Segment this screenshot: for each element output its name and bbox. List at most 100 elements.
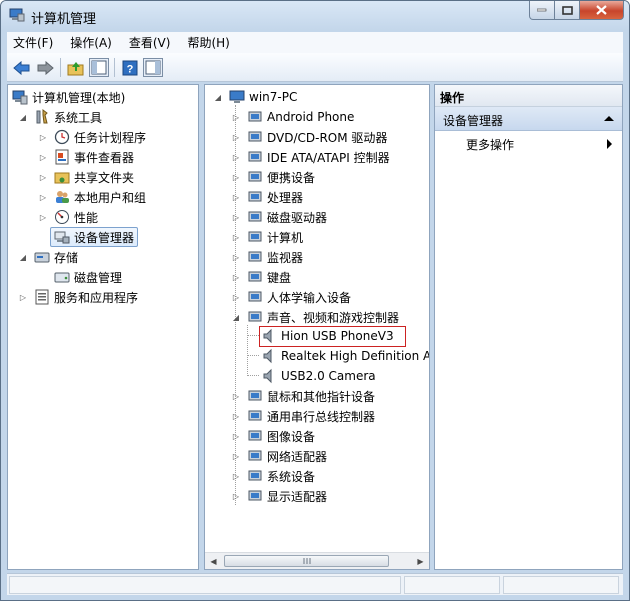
expand-arrow-icon[interactable]: ▷ <box>231 491 241 501</box>
menu-help[interactable]: 帮助(H) <box>187 34 229 51</box>
tree-item-shared-folders[interactable]: ▷ 共享文件夹 <box>38 167 134 187</box>
device-usb-camera[interactable]: USB2.0 Camera <box>261 366 376 386</box>
scroll-right-arrow-icon[interactable]: ▶ <box>412 553 429 569</box>
ide-controller-icon <box>247 149 263 165</box>
forward-button[interactable] <box>35 58 55 77</box>
device-realtek-audio[interactable]: Realtek High Definition A <box>261 346 429 366</box>
usb-icon <box>247 408 263 424</box>
collapse-arrow-icon[interactable]: ◢ <box>18 112 28 122</box>
expand-arrow-icon[interactable]: ▷ <box>231 431 241 441</box>
portable-device-icon <box>247 169 263 185</box>
device-category[interactable]: ▷ Android Phone <box>231 107 354 127</box>
category-label: 键盘 <box>267 270 292 285</box>
device-category[interactable]: ▷ 显示适配器 <box>231 486 327 506</box>
tree-item-storage[interactable]: ◢ 存储 <box>18 247 78 267</box>
disk-management-icon <box>54 269 70 285</box>
expand-arrow-icon[interactable]: ▷ <box>231 232 241 242</box>
expand-arrow-icon[interactable]: ▷ <box>231 411 241 421</box>
menu-view[interactable]: 查看(V) <box>129 34 171 51</box>
tree-line <box>247 335 259 336</box>
category-label: 图像设备 <box>267 429 316 444</box>
category-label: DVD/CD-ROM 驱动器 <box>267 130 388 145</box>
device-category[interactable]: ◢ 声音、视频和游戏控制器 <box>231 307 399 327</box>
expand-arrow-icon[interactable]: ▷ <box>231 112 241 122</box>
show-hide-tree-button[interactable] <box>89 58 109 77</box>
expand-arrow-icon[interactable]: ▷ <box>231 212 241 222</box>
back-button[interactable] <box>12 58 32 77</box>
device-category[interactable]: ▷ 人体学输入设备 <box>231 287 351 307</box>
device-tree-pane: ◢ win7-PC ▷ Android Phone ▷ DVD/CD-ROM 驱动器 ▷… <box>204 84 430 570</box>
device-category[interactable]: ▷ 图像设备 <box>231 426 315 446</box>
disk-drive-icon <box>247 209 263 225</box>
tree-item-system-tools[interactable]: ◢ 系统工具 <box>18 107 102 127</box>
expand-arrow-icon[interactable]: ▷ <box>38 172 48 182</box>
show-hide-action-icon <box>145 60 161 75</box>
expand-arrow-icon[interactable]: ▷ <box>231 451 241 461</box>
expand-arrow-icon[interactable]: ▷ <box>38 212 48 222</box>
expand-arrow-icon[interactable]: ▷ <box>231 192 241 202</box>
expand-arrow-icon[interactable]: ▷ <box>231 391 241 401</box>
device-category[interactable]: ▷ 系统设备 <box>231 466 315 486</box>
sound-icon <box>247 309 263 325</box>
expand-arrow-icon[interactable]: ▷ <box>38 192 48 202</box>
device-category[interactable]: ▷ IDE ATA/ATAPI 控制器 <box>231 147 390 167</box>
tree-item-performance[interactable]: ▷ 性能 <box>38 207 98 227</box>
tree-item-event-viewer[interactable]: ▷ 事件查看器 <box>38 147 134 167</box>
actions-section-label: 设备管理器 <box>443 114 504 128</box>
menu-file[interactable]: 文件(F) <box>13 34 53 51</box>
tree-item-task-scheduler[interactable]: ▷ 任务计划程序 <box>38 127 146 147</box>
device-category[interactable]: ▷ 计算机 <box>231 227 303 247</box>
collapse-up-icon[interactable] <box>604 116 614 121</box>
tree-item-device-manager[interactable]: 设备管理器 <box>50 227 139 247</box>
scroll-thumb[interactable] <box>224 555 389 567</box>
tree-line <box>247 355 259 356</box>
help-button[interactable]: ? <box>120 58 140 77</box>
scroll-left-arrow-icon[interactable]: ◀ <box>205 553 222 569</box>
collapse-arrow-icon[interactable]: ◢ <box>231 312 241 322</box>
horizontal-scrollbar[interactable]: ◀ ▶ <box>205 552 429 569</box>
menu-action[interactable]: 操作(A) <box>70 34 112 51</box>
forward-icon <box>37 60 54 75</box>
device-category[interactable]: ▷ 键盘 <box>231 267 291 287</box>
expand-arrow-icon[interactable]: ▷ <box>231 272 241 282</box>
close-button[interactable] <box>580 1 624 20</box>
expand-arrow-icon[interactable]: ▷ <box>231 252 241 262</box>
device-category[interactable]: ▷ 鼠标和其他指针设备 <box>231 386 375 406</box>
category-label: 磁盘驱动器 <box>267 210 328 225</box>
submenu-arrow-icon[interactable] <box>607 139 612 149</box>
expand-arrow-icon[interactable]: ▷ <box>231 292 241 302</box>
expand-arrow-icon[interactable]: ▷ <box>231 152 241 162</box>
expand-arrow-icon[interactable]: ▷ <box>38 132 48 142</box>
category-label: 显示适配器 <box>267 489 328 504</box>
collapse-arrow-icon[interactable]: ◢ <box>18 252 28 262</box>
expand-arrow-icon[interactable]: ▷ <box>38 152 48 162</box>
expand-arrow-icon[interactable]: ▷ <box>231 132 241 142</box>
show-hide-action-pane-button[interactable] <box>143 58 163 77</box>
minimize-button[interactable] <box>529 1 555 20</box>
help-icon: ? <box>122 60 138 75</box>
tree-item-computer-management[interactable]: 计算机管理(本地) <box>12 87 125 107</box>
device-category[interactable]: ▷ DVD/CD-ROM 驱动器 <box>231 127 388 147</box>
actions-section-device-manager[interactable]: 设备管理器 <box>435 107 622 131</box>
device-category[interactable]: ▷ 便携设备 <box>231 167 315 187</box>
tree-item-disk-management[interactable]: 磁盘管理 <box>54 267 122 287</box>
clock-icon <box>54 129 70 145</box>
expand-arrow-icon[interactable]: ▷ <box>231 471 241 481</box>
title-bar[interactable]: 计算机管理 <box>1 1 629 31</box>
tree-item-local-users[interactable]: ▷ 本地用户和组 <box>38 187 146 207</box>
expand-arrow-icon[interactable]: ▷ <box>18 292 28 302</box>
collapse-arrow-icon[interactable]: ◢ <box>213 92 223 102</box>
device-category[interactable]: ▷ 通用串行总线控制器 <box>231 406 375 426</box>
expand-arrow-icon[interactable]: ▷ <box>231 172 241 182</box>
tree-item-services-apps[interactable]: ▷ 服务和应用程序 <box>18 287 138 307</box>
device-category[interactable]: ▷ 监视器 <box>231 247 303 267</box>
more-actions-item[interactable]: 更多操作 <box>466 136 514 153</box>
toolbar-separator <box>114 58 115 77</box>
up-one-level-button[interactable] <box>66 58 86 77</box>
tree-label: 本地用户和组 <box>74 190 147 205</box>
device-category[interactable]: ▷ 网络适配器 <box>231 446 327 466</box>
device-root-win7-pc[interactable]: ◢ win7-PC <box>213 87 297 107</box>
device-category[interactable]: ▷ 处理器 <box>231 187 303 207</box>
device-category[interactable]: ▷ 磁盘驱动器 <box>231 207 327 227</box>
maximize-button[interactable] <box>555 1 580 20</box>
